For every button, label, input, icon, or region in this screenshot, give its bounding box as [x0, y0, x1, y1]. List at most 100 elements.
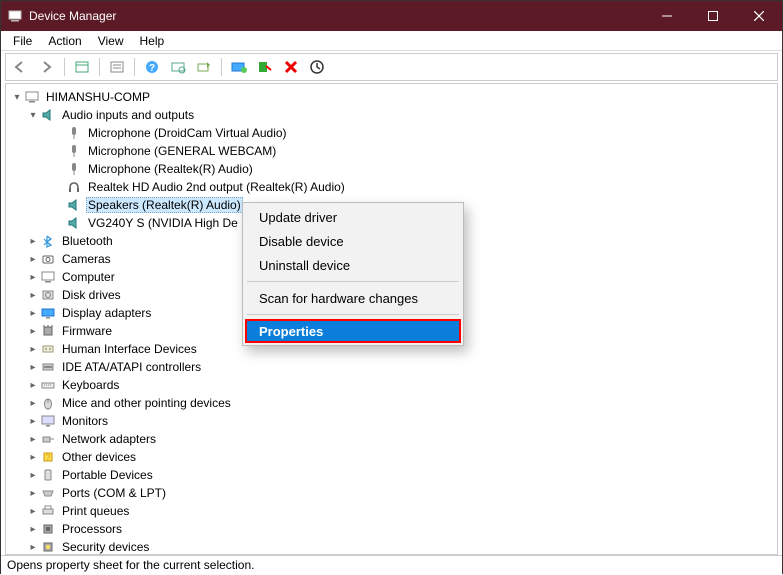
- close-button[interactable]: [736, 1, 782, 31]
- chevron-right-icon[interactable]: ▸: [26, 236, 40, 247]
- chevron-right-icon[interactable]: ▸: [26, 488, 40, 499]
- separator: [247, 281, 459, 282]
- tree-category[interactable]: ▸ Network adapters: [6, 430, 777, 448]
- menu-file[interactable]: File: [5, 33, 40, 49]
- tree-category[interactable]: ▸Security devices: [6, 538, 777, 555]
- show-hide-button[interactable]: [71, 56, 93, 78]
- tree-category[interactable]: ▸ Print queues: [6, 502, 777, 520]
- chevron-right-icon[interactable]: ▸: [26, 452, 40, 463]
- tree-label: Display adapters: [60, 306, 153, 320]
- update-driver-button[interactable]: [228, 56, 250, 78]
- category-icon: [40, 287, 56, 303]
- tree-label: Cameras: [60, 252, 113, 266]
- menu-action[interactable]: Action: [40, 33, 89, 49]
- category-icon: [40, 539, 56, 555]
- speaker-icon: [66, 197, 82, 213]
- category-icon: [40, 323, 56, 339]
- tree-category-audio[interactable]: ▾ Audio inputs and outputs: [6, 106, 777, 124]
- separator: [247, 314, 459, 315]
- tree-category[interactable]: ▸Portable Devices: [6, 466, 777, 484]
- context-disable-device[interactable]: Disable device: [245, 229, 461, 253]
- chevron-right-icon[interactable]: ▸: [26, 254, 40, 265]
- chevron-right-icon[interactable]: ▸: [26, 542, 40, 553]
- properties-button[interactable]: [106, 56, 128, 78]
- enable-button[interactable]: [306, 56, 328, 78]
- svg-text:?: ?: [149, 63, 155, 74]
- scan-hardware-button[interactable]: [167, 56, 189, 78]
- category-icon: [40, 503, 56, 519]
- menubar: File Action View Help: [1, 31, 782, 51]
- context-uninstall-device[interactable]: Uninstall device: [245, 253, 461, 277]
- chevron-right-icon[interactable]: ▸: [26, 308, 40, 319]
- chevron-right-icon[interactable]: ▸: [26, 380, 40, 391]
- tree-label: IDE ATA/ATAPI controllers: [60, 360, 203, 374]
- tree-label: Audio inputs and outputs: [60, 108, 196, 122]
- tree-label: Human Interface Devices: [60, 342, 199, 356]
- chevron-right-icon[interactable]: ▸: [26, 524, 40, 535]
- tree-label: Realtek HD Audio 2nd output (Realtek(R) …: [86, 180, 347, 194]
- chevron-right-icon[interactable]: ▸: [26, 326, 40, 337]
- tree-label: Mice and other pointing devices: [60, 396, 233, 410]
- tree-label: Computer: [60, 270, 117, 284]
- tree-category[interactable]: ▸ IDE ATA/ATAPI controllers: [6, 358, 777, 376]
- help-button[interactable]: ?: [141, 56, 163, 78]
- microphone-icon: [66, 125, 82, 141]
- forward-button[interactable]: [36, 56, 58, 78]
- tree-category[interactable]: ▸ Keyboards: [6, 376, 777, 394]
- tree-item[interactable]: Microphone (Realtek(R) Audio): [6, 160, 777, 178]
- category-icon: [40, 395, 56, 411]
- tree-category[interactable]: ▸ Ports (COM & LPT): [6, 484, 777, 502]
- menu-view[interactable]: View: [90, 33, 132, 49]
- category-icon: [40, 269, 56, 285]
- context-update-driver[interactable]: Update driver: [245, 205, 461, 229]
- status-text: Opens property sheet for the current sel…: [7, 558, 254, 572]
- chevron-right-icon[interactable]: ▸: [26, 470, 40, 481]
- chevron-right-icon[interactable]: ▸: [26, 362, 40, 373]
- tree-category[interactable]: ▸Processors: [6, 520, 777, 538]
- window-controls: [644, 1, 782, 31]
- uninstall-button[interactable]: [280, 56, 302, 78]
- tree-category[interactable]: ▸?Other devices: [6, 448, 777, 466]
- chevron-right-icon[interactable]: ▸: [26, 398, 40, 409]
- chevron-down-icon[interactable]: ▾: [10, 92, 24, 103]
- tree-label: Keyboards: [60, 378, 121, 392]
- tree-item[interactable]: Microphone (GENERAL WEBCAM): [6, 142, 777, 160]
- speaker-icon: [40, 107, 56, 123]
- maximize-button[interactable]: [690, 1, 736, 31]
- context-scan-hardware[interactable]: Scan for hardware changes: [245, 286, 461, 310]
- back-button[interactable]: [10, 56, 32, 78]
- chevron-right-icon[interactable]: ▸: [26, 434, 40, 445]
- tree-label: HIMANSHU-COMP: [44, 90, 152, 104]
- add-legacy-button[interactable]: [193, 56, 215, 78]
- menu-help[interactable]: Help: [132, 33, 173, 49]
- statusbar: Opens property sheet for the current sel…: [1, 555, 782, 575]
- tree-category[interactable]: ▸ Monitors: [6, 412, 777, 430]
- tree-label: Microphone (DroidCam Virtual Audio): [86, 126, 289, 140]
- tree-label: Monitors: [60, 414, 110, 428]
- headphones-icon: [66, 179, 82, 195]
- tree-label: Ports (COM & LPT): [60, 486, 168, 500]
- svg-text:?: ?: [46, 453, 51, 462]
- chevron-right-icon[interactable]: ▸: [26, 506, 40, 517]
- tree-label: VG240Y S (NVIDIA High De: [86, 216, 240, 230]
- tree-view[interactable]: ▾ HIMANSHU-COMP ▾ Audio inputs and outpu…: [5, 83, 778, 555]
- chevron-right-icon[interactable]: ▸: [26, 416, 40, 427]
- category-icon: [40, 305, 56, 321]
- tree-item[interactable]: Realtek HD Audio 2nd output (Realtek(R) …: [6, 178, 777, 196]
- tree-category[interactable]: ▸ Mice and other pointing devices: [6, 394, 777, 412]
- category-icon: [40, 521, 56, 537]
- disable-button[interactable]: [254, 56, 276, 78]
- context-properties[interactable]: Properties: [245, 319, 461, 343]
- chevron-down-icon[interactable]: ▾: [26, 110, 40, 121]
- tree-item[interactable]: Microphone (DroidCam Virtual Audio): [6, 124, 777, 142]
- category-icon: [40, 251, 56, 267]
- tree-root[interactable]: ▾ HIMANSHU-COMP: [6, 88, 777, 106]
- chevron-right-icon[interactable]: ▸: [26, 290, 40, 301]
- tree-label: Network adapters: [60, 432, 158, 446]
- chevron-right-icon[interactable]: ▸: [26, 272, 40, 283]
- tree-label: Print queues: [60, 504, 131, 518]
- titlebar: Device Manager: [1, 1, 782, 31]
- window-title: Device Manager: [29, 9, 644, 23]
- chevron-right-icon[interactable]: ▸: [26, 344, 40, 355]
- minimize-button[interactable]: [644, 1, 690, 31]
